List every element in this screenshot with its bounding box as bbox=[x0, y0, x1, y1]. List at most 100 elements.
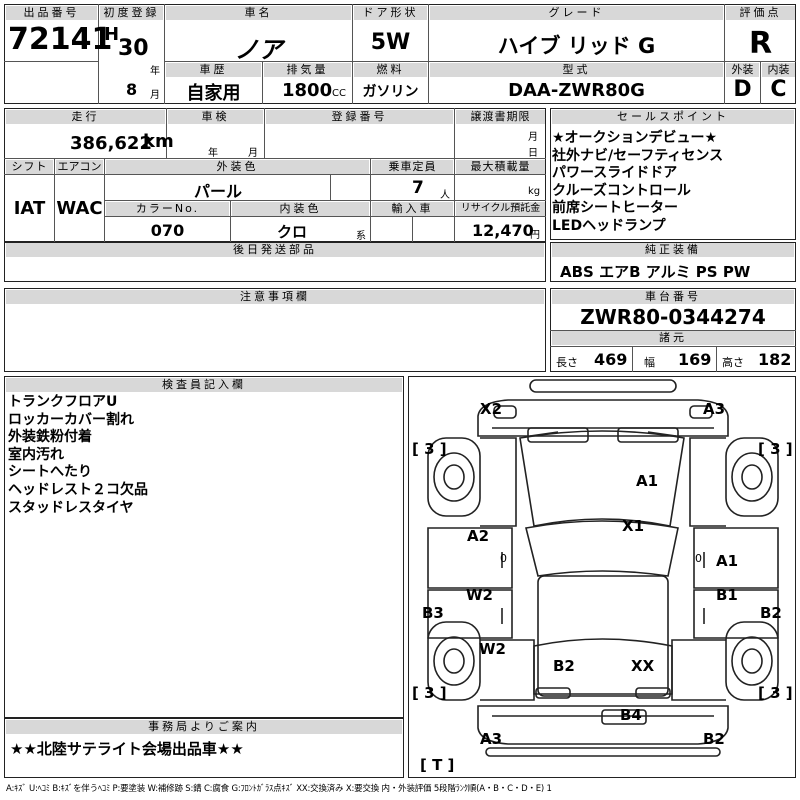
first-reg-label: 初度登録 bbox=[100, 6, 163, 20]
displacement-unit: CC bbox=[332, 88, 346, 99]
tire-fl: [ 3 ] bbox=[412, 440, 447, 458]
damage-mark-b3-left: B3 bbox=[422, 604, 444, 622]
sales-point: ★オークションデビュー★ bbox=[552, 130, 718, 146]
aircon: WAC bbox=[56, 198, 103, 219]
recycle: 12,470 bbox=[472, 221, 534, 240]
tire-fr: [ 3 ] bbox=[758, 440, 793, 458]
max-load-label: 最大積載量 bbox=[456, 160, 545, 174]
damage-mark-a2-left: A2 bbox=[467, 527, 490, 545]
office-message: ★★北陸サテライト会場出品車★★ bbox=[10, 740, 244, 758]
damage-mark-a1-right: A1 bbox=[716, 552, 739, 570]
zero-mark-right: 0 bbox=[695, 552, 702, 565]
damage-mark-xx: XX bbox=[631, 657, 655, 675]
exterior-label: 外装 bbox=[726, 63, 759, 77]
equipment-label: 純正装備 bbox=[552, 243, 794, 257]
tire-rl: [ 3 ] bbox=[412, 684, 447, 702]
max-load-unit: kg bbox=[528, 186, 541, 197]
inspector-note: 外装鉄粉付着 bbox=[8, 429, 92, 446]
int-color: クロ bbox=[276, 223, 307, 241]
sales-points-label: セールスポイント bbox=[552, 110, 794, 124]
ext-color: パール bbox=[193, 182, 242, 201]
reg-year: 30 bbox=[118, 36, 149, 61]
damage-mark-w2-left2: W2 bbox=[479, 640, 506, 658]
model-label: 型式 bbox=[430, 63, 723, 77]
equipment: ABS エアB アルミ PS PW bbox=[560, 263, 751, 281]
damage-mark-a3-bottom: A3 bbox=[480, 730, 503, 748]
exterior-grade: D bbox=[733, 77, 752, 102]
sales-point: 社外ナビ/セーフティセンス bbox=[552, 147, 724, 164]
inspector-note: シートへたり bbox=[8, 464, 92, 481]
sales-point: LEDヘッドランプ bbox=[552, 217, 666, 234]
chassis-number: ZWR80-0344274 bbox=[580, 305, 766, 329]
int-color-label: 内装色 bbox=[232, 202, 369, 216]
damage-mark-b1: B1 bbox=[716, 586, 738, 604]
zero-mark-left: 0 bbox=[500, 552, 507, 565]
doors: 5W bbox=[370, 30, 411, 55]
transfer-day-unit: 日 bbox=[528, 148, 538, 159]
car-outline-diagram bbox=[427, 379, 779, 757]
sales-point: クルーズコントロール bbox=[552, 182, 691, 199]
interior-label: 内装 bbox=[762, 63, 795, 77]
fuel: ガソリン bbox=[362, 84, 419, 100]
color-no: 070 bbox=[150, 221, 185, 240]
inspector-note: 室内汚れ bbox=[8, 446, 64, 463]
car-name: ノア bbox=[234, 36, 283, 64]
shift: IAT bbox=[13, 198, 46, 219]
inspector-label: 検査員記入欄 bbox=[6, 378, 402, 392]
capacity: 7 bbox=[412, 178, 424, 198]
model: DAA-ZWR80G bbox=[508, 80, 645, 101]
damage-mark-b2-right: B2 bbox=[760, 604, 782, 622]
inspector-note: スタッドレスタイヤ bbox=[8, 499, 134, 516]
tire-rr: [ 3 ] bbox=[758, 684, 793, 702]
inspection-year-unit: 年 bbox=[208, 148, 218, 159]
int-color-unit: 系 bbox=[356, 231, 366, 242]
damage-mark-b2-center: B2 bbox=[553, 657, 575, 675]
height-label: 高さ bbox=[722, 356, 744, 369]
inspection-month-unit: 月 bbox=[248, 148, 258, 159]
month-unit: 月 bbox=[150, 90, 160, 101]
shift-label: シフト bbox=[6, 160, 53, 174]
registration-label: 登録番号 bbox=[266, 110, 453, 124]
displacement: 1800 bbox=[282, 80, 333, 101]
damage-mark-a1-hood: A1 bbox=[636, 472, 659, 490]
transfer-label: 譲渡書期限 bbox=[456, 110, 545, 124]
mileage-unit: km bbox=[143, 131, 174, 152]
color-no-label: カラーNo. bbox=[106, 202, 229, 216]
displacement-label: 排気量 bbox=[264, 63, 351, 77]
recycle-label: リサイクル預託金 bbox=[456, 202, 545, 216]
height: 182 bbox=[758, 350, 792, 369]
notes-label: 注意事項欄 bbox=[6, 290, 544, 304]
spec-label: 諸元 bbox=[552, 331, 794, 345]
inspector-list: トランクフロアU ロッカーカバー割れ 外装鉄粉付着 室内汚れ シートへたり ヘッ… bbox=[8, 394, 398, 517]
recycle-unit: 円 bbox=[530, 230, 540, 241]
reg-month: 8 bbox=[126, 80, 138, 99]
chassis-label: 車台番号 bbox=[552, 290, 794, 304]
transfer-month-unit: 月 bbox=[528, 132, 538, 143]
sales-point: パワースライドドア bbox=[552, 165, 678, 182]
sales-point: 前席シートヒーター bbox=[552, 200, 678, 217]
inspector-note: ロッカーカバー割れ bbox=[8, 411, 134, 428]
ext-color-label: 外装色 bbox=[106, 160, 369, 174]
later-parts-label: 後日発送部品 bbox=[6, 243, 544, 257]
capacity-label: 乗車定員 bbox=[372, 160, 453, 174]
aircon-label: エアコン bbox=[56, 160, 103, 174]
grade-label: グレード bbox=[430, 6, 723, 20]
width-label: 幅 bbox=[644, 356, 655, 369]
name-label: 車名 bbox=[166, 6, 351, 20]
damage-mark-x1: X1 bbox=[622, 517, 645, 535]
damage-mark-a3-top: A3 bbox=[703, 400, 726, 418]
lot-label: 出品番号 bbox=[6, 6, 97, 20]
inspection-label: 車検 bbox=[168, 110, 263, 124]
damage-mark-w2-left: W2 bbox=[466, 586, 493, 604]
damage-mark-x2: X2 bbox=[480, 400, 503, 418]
damage-mark-b2-bottom: B2 bbox=[703, 730, 725, 748]
tire-spare: [ T ] bbox=[420, 756, 455, 774]
width: 169 bbox=[678, 350, 712, 369]
damage-mark-b4: B4 bbox=[620, 706, 642, 724]
inspector-note: ヘッドレスト２コ欠品 bbox=[8, 481, 148, 498]
capacity-unit: 人 bbox=[440, 190, 450, 201]
score: R bbox=[748, 26, 773, 61]
length-label: 長さ bbox=[556, 356, 578, 369]
office-label: 事務局よりご案内 bbox=[6, 720, 402, 734]
doors-label: ドア形状 bbox=[354, 6, 427, 20]
